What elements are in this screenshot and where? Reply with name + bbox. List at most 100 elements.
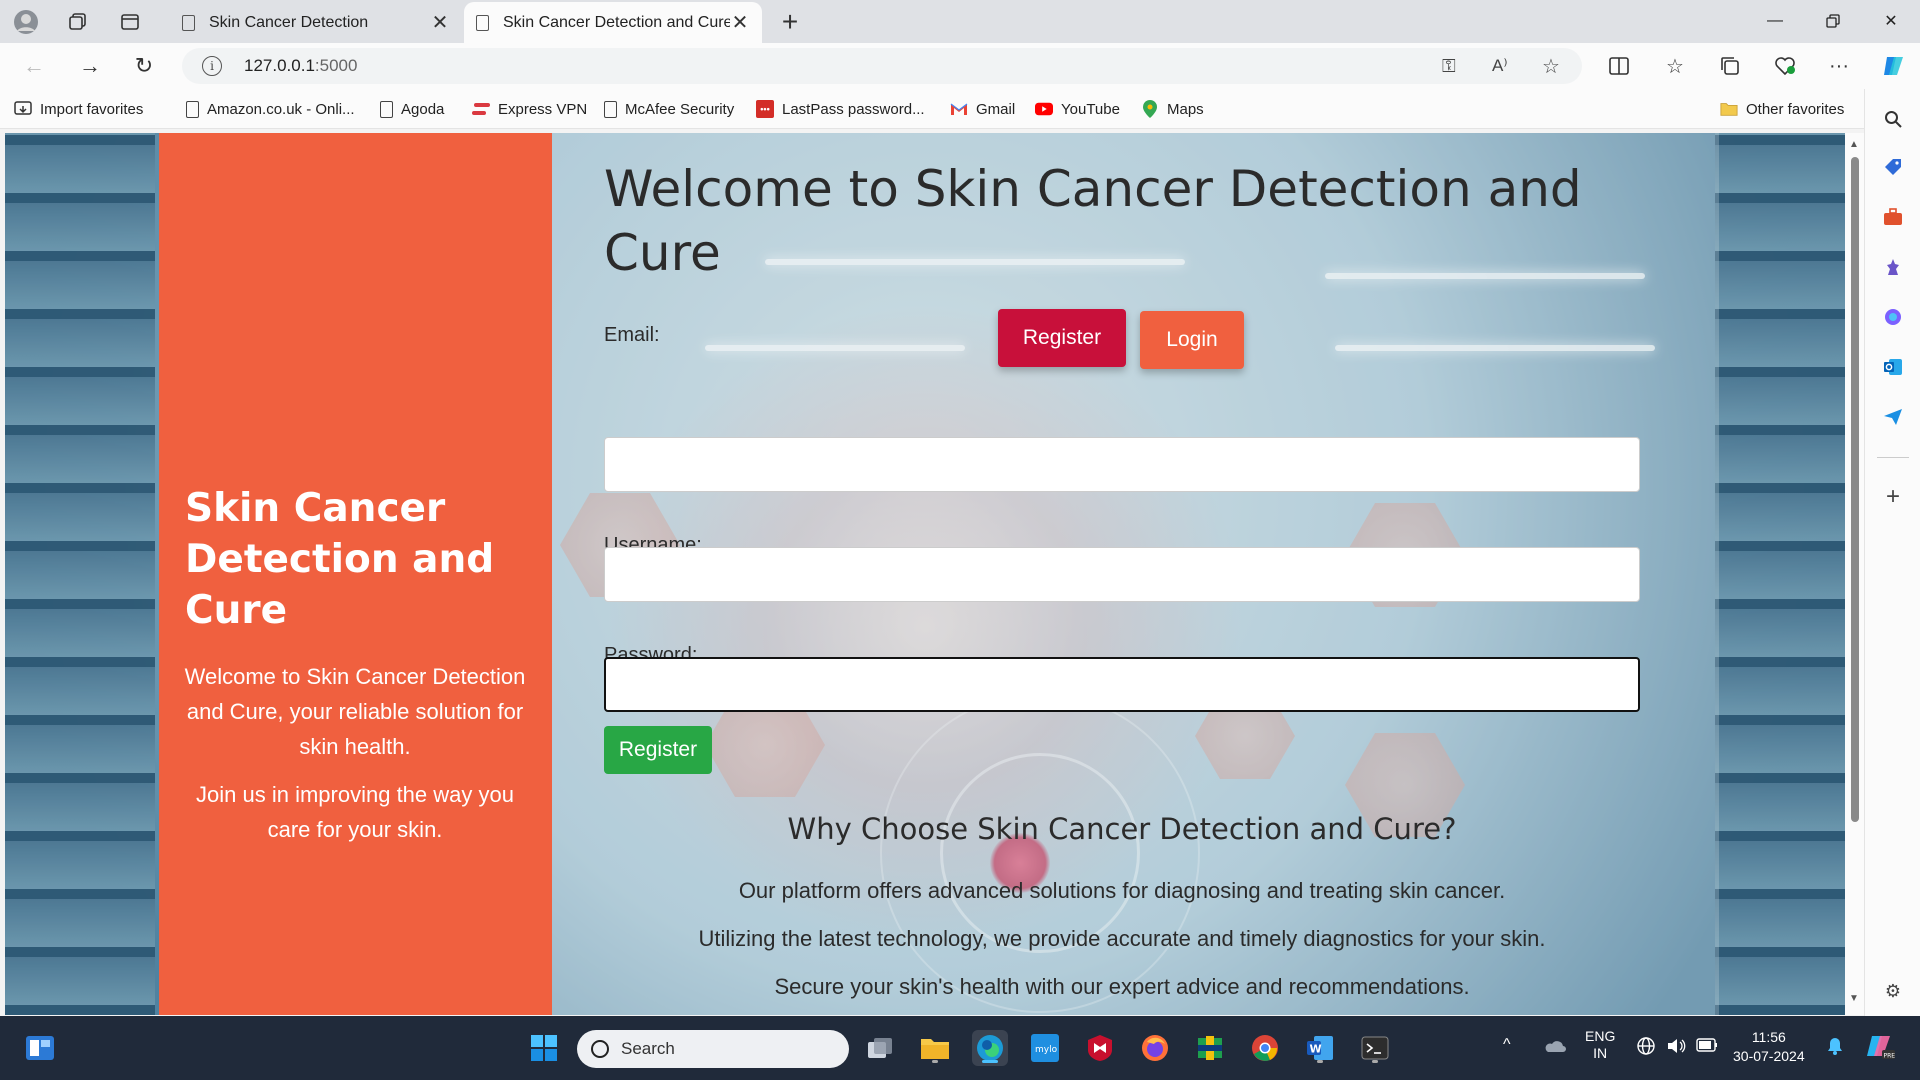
send-icon[interactable] xyxy=(1879,403,1907,431)
favorite-express-vpn[interactable]: Express VPN xyxy=(472,97,587,121)
svg-text:mylo: mylo xyxy=(1035,1045,1058,1055)
copilot-icon[interactable] xyxy=(1878,51,1910,81)
more-options-icon[interactable]: ··· xyxy=(1823,51,1855,81)
favorite-gmail[interactable]: Gmail xyxy=(950,97,1015,121)
close-icon[interactable]: ✕ xyxy=(430,10,450,35)
svg-text:W: W xyxy=(1310,1043,1322,1056)
address-bar-row: ← → ↻ i 127.0.0.1:5000 ⚿ A⁾ ☆ ☆ ··· xyxy=(0,43,1920,89)
back-button[interactable]: ← xyxy=(18,51,50,81)
firefox-icon[interactable] xyxy=(1137,1030,1173,1066)
settings-gear-icon[interactable]: ⚙ xyxy=(1879,977,1907,1005)
scroll-up-arrow-icon[interactable]: ▲ xyxy=(1849,139,1859,150)
shopping-tag-icon[interactable] xyxy=(1879,153,1907,181)
sidebar-join-text: Join us in improving the way you care fo… xyxy=(196,782,514,842)
tab-skin-cancer-detection-and-cure[interactable]: Skin Cancer Detection and Cure ✕ xyxy=(464,2,762,43)
lastpass-icon: ••• xyxy=(756,100,774,118)
minimize-button[interactable]: — xyxy=(1752,6,1798,36)
edge-browser-icon[interactable] xyxy=(972,1030,1008,1066)
favorite-maps[interactable]: Maps xyxy=(1141,97,1204,121)
refresh-button[interactable]: ↻ xyxy=(128,51,160,81)
browser-essentials-icon[interactable] xyxy=(1769,51,1801,81)
favorite-youtube[interactable]: YouTube xyxy=(1035,97,1120,121)
onedrive-icon[interactable] xyxy=(1542,1036,1566,1057)
chrome-icon[interactable] xyxy=(1247,1030,1283,1066)
login-tab-button[interactable]: Login xyxy=(1140,311,1244,369)
taskbar-search-box[interactable]: Search xyxy=(577,1030,849,1068)
scroll-down-arrow-icon[interactable]: ▼ xyxy=(1849,993,1859,1004)
word-icon[interactable]: W xyxy=(1302,1030,1338,1066)
email-field[interactable] xyxy=(604,437,1640,492)
favorite-label: Agoda xyxy=(401,100,445,118)
new-tab-button[interactable]: + xyxy=(775,6,805,38)
close-window-button[interactable]: ✕ xyxy=(1868,6,1914,36)
tally-app-icon[interactable] xyxy=(1192,1030,1228,1066)
language-indicator[interactable]: ENG IN xyxy=(1585,1028,1615,1062)
why-line: Secure your skin's health with our exper… xyxy=(774,974,1470,999)
favorite-other-favorites[interactable]: Other favorites xyxy=(1720,97,1844,121)
start-menu-icon[interactable] xyxy=(526,1030,562,1066)
network-icon[interactable] xyxy=(1636,1036,1656,1059)
widgets-icon[interactable] xyxy=(22,1030,58,1066)
page-scrollbar[interactable]: ▲ ▼ xyxy=(1845,133,1864,1015)
add-icon[interactable]: + xyxy=(1879,483,1907,511)
username-field[interactable] xyxy=(604,547,1640,602)
favorite-star-icon[interactable]: ☆ xyxy=(1542,54,1560,79)
sidebar-welcome-text: Welcome to Skin Cancer Detection and Cur… xyxy=(184,664,526,759)
register-tab-button[interactable]: Register xyxy=(998,309,1126,367)
favorite-lastpass[interactable]: ••• LastPass password... xyxy=(756,97,925,121)
register-submit-button[interactable]: Register xyxy=(604,726,712,774)
expressvpn-icon xyxy=(472,100,490,118)
favorite-import-favorites[interactable]: Import favorites xyxy=(14,97,143,121)
tab-title: Skin Cancer Detection and Cure xyxy=(503,13,730,31)
terminal-icon[interactable] xyxy=(1357,1030,1393,1066)
close-icon[interactable]: ✕ xyxy=(730,10,750,35)
maps-icon xyxy=(1141,100,1159,118)
favorite-label: Amazon.co.uk - Onli... xyxy=(207,100,355,118)
site-info-icon[interactable]: i xyxy=(202,56,222,76)
favorites-icon[interactable]: ☆ xyxy=(1659,51,1691,81)
file-explorer-icon[interactable] xyxy=(917,1030,953,1066)
favorite-mcafee[interactable]: McAfee Security xyxy=(604,97,734,121)
show-hidden-icons-chevron-icon[interactable]: ^ xyxy=(1503,1036,1511,1054)
split-screen-icon[interactable] xyxy=(1603,51,1635,81)
youtube-icon xyxy=(1035,100,1053,118)
games-icon[interactable] xyxy=(1879,253,1907,281)
outlook-icon[interactable] xyxy=(1879,353,1907,381)
url-text[interactable]: 127.0.0.1:5000 xyxy=(244,56,357,76)
page-viewport: Skin Cancer Detection and Cure Welcome t… xyxy=(5,133,1845,1015)
email-label: Email: xyxy=(604,324,660,346)
search-icon[interactable] xyxy=(1879,105,1907,133)
region-code: IN xyxy=(1593,1045,1608,1061)
favorite-agoda[interactable]: Agoda xyxy=(380,97,444,121)
scrollbar-thumb[interactable] xyxy=(1851,157,1859,822)
copilot-taskbar-icon[interactable]: PRE xyxy=(1864,1030,1896,1065)
task-view-icon[interactable] xyxy=(862,1030,898,1066)
search-icon xyxy=(591,1040,609,1058)
workspaces-icon[interactable] xyxy=(64,8,92,36)
tab-skin-cancer-detection[interactable]: Skin Cancer Detection ✕ xyxy=(170,2,462,43)
battery-icon[interactable] xyxy=(1696,1038,1718,1055)
forward-button[interactable]: → xyxy=(74,51,106,81)
page-icon xyxy=(380,100,393,118)
tools-briefcase-icon[interactable] xyxy=(1879,203,1907,231)
page-icon xyxy=(186,100,199,118)
restore-button[interactable] xyxy=(1810,6,1856,36)
search-placeholder: Search xyxy=(621,1039,675,1058)
favorite-amazon[interactable]: Amazon.co.uk - Onli... xyxy=(186,97,355,121)
mylo-app-icon[interactable]: mylo xyxy=(1027,1030,1063,1066)
microsoft-365-icon[interactable] xyxy=(1879,303,1907,331)
background-bookshelf-right xyxy=(1715,133,1845,1015)
tab-actions-icon[interactable] xyxy=(116,8,144,36)
read-aloud-icon[interactable]: A⁾ xyxy=(1492,56,1508,76)
address-bar[interactable]: i 127.0.0.1:5000 ⚿ A⁾ ☆ xyxy=(182,48,1582,84)
password-field[interactable] xyxy=(604,657,1640,712)
notification-bell-icon[interactable] xyxy=(1826,1036,1844,1059)
profile-avatar-icon[interactable] xyxy=(12,8,40,36)
volume-icon[interactable] xyxy=(1666,1036,1686,1059)
clock[interactable]: 11:56 30-07-2024 xyxy=(1733,1028,1805,1066)
favorite-label: McAfee Security xyxy=(625,100,735,118)
key-icon[interactable]: ⚿ xyxy=(1442,56,1456,77)
mcafee-icon[interactable] xyxy=(1082,1030,1118,1066)
collections-icon[interactable] xyxy=(1714,51,1746,81)
main-content: Welcome to Skin Cancer Detection and Cur… xyxy=(552,133,1719,1015)
